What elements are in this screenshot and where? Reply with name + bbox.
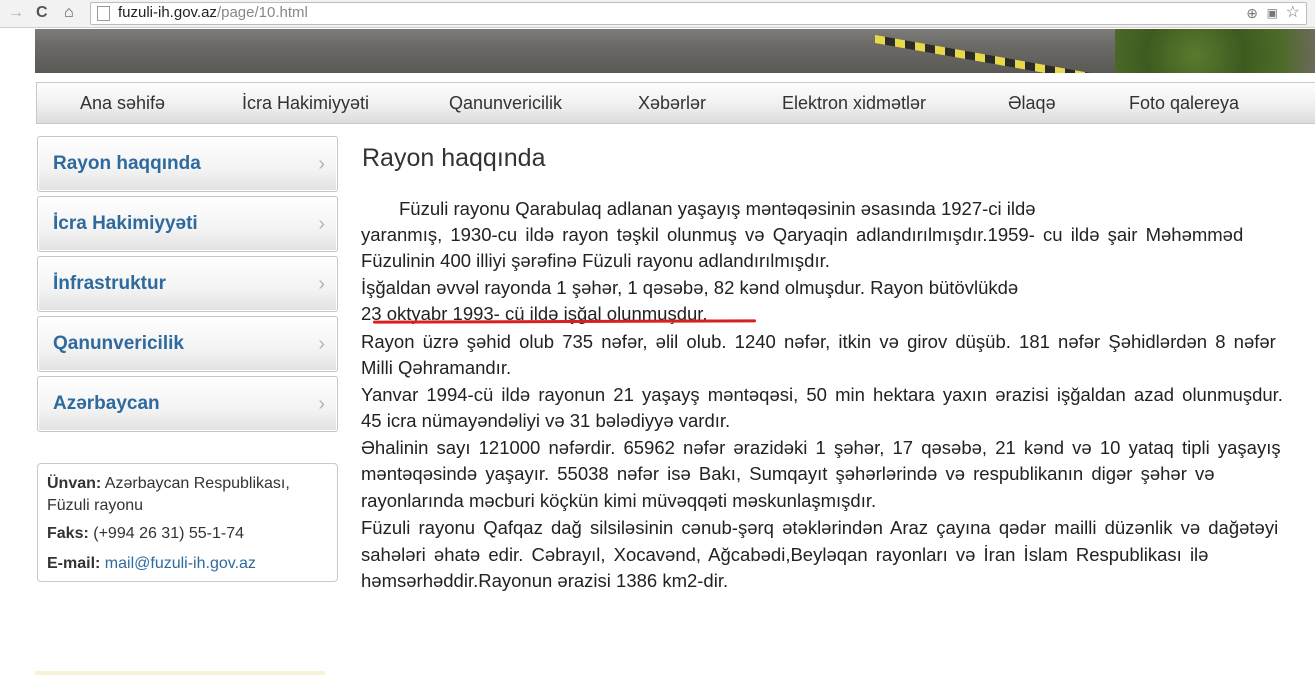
sidebar-item-infrastructure[interactable]: İnfrastruktur › xyxy=(37,256,338,312)
content-line: Füzulinin 400 illiyi şərəfinə Füzuli ray… xyxy=(361,250,830,271)
menu-item-e-services[interactable]: Elektron xidmətlər xyxy=(782,83,926,123)
fax-label: Faks: xyxy=(47,525,89,542)
contact-info-box: Ünvan: Azərbaycan Respublikası, Füzuli r… xyxy=(37,463,338,582)
zoom-icon[interactable]: ⊕ xyxy=(1246,3,1258,23)
menu-item-executive[interactable]: İcra Hakimiyyəti xyxy=(242,83,369,123)
sidebar-item-label: İnfrastruktur xyxy=(53,273,166,294)
content-line: Rayon üzrə şəhid olub 735 nəfər, əlil ol… xyxy=(361,331,1276,352)
address-line: Ünvan: Azərbaycan Respublikası, xyxy=(47,474,290,494)
header-banner-image xyxy=(35,29,1315,73)
sidebar-item-label: Rayon haqqında xyxy=(53,153,201,174)
email-link[interactable]: mail@fuzuli-ih.gov.az xyxy=(105,555,256,572)
menu-item-contact[interactable]: Əlaqə xyxy=(1008,83,1056,123)
footer-edge xyxy=(35,671,325,675)
content-line: Yanvar 1994-cü ildə rayonun 21 yaşayş mə… xyxy=(361,384,1283,405)
sidebar-item-about-district[interactable]: Rayon haqqında › xyxy=(37,136,338,192)
content-line: yaranmış, 1930-cu ildə rayon təşkil olun… xyxy=(361,224,1244,245)
content-line: məntəqəsində yaşayır. 55038 nəfər isə Ba… xyxy=(361,463,1215,484)
content-line: İşğaldan əvvəl rayonda 1 şəhər, 1 qəsəbə… xyxy=(361,277,1019,298)
address-value-2: Füzuli rayonu xyxy=(47,497,144,514)
address-value-1: Azərbaycan Respublikası, xyxy=(104,475,290,492)
browser-toolbar: → C ⌂ fuzuli-ih.gov.az/page/10.html ⊕ ▣ … xyxy=(0,0,1315,28)
content-line: Füzuli rayonu Qarabulaq adlanan yaşayış … xyxy=(399,198,1036,219)
address-label: Ünvan: xyxy=(47,475,102,492)
sidebar-item-legislation[interactable]: Qanunvericilik › xyxy=(37,316,338,372)
content-line: rayonlarında məcburi köçkün kimi müvəqqə… xyxy=(361,490,877,511)
fax-value: (+994 26 31) 55-1-74 xyxy=(93,525,245,542)
sidebar-item-label: Qanunvericilik xyxy=(53,333,184,354)
chevron-right-icon: › xyxy=(318,273,325,295)
chevron-right-icon: › xyxy=(318,393,325,415)
menu-item-news[interactable]: Xəbərlər xyxy=(638,83,706,123)
menu-item-legislation[interactable]: Qanunvericilik xyxy=(449,83,562,123)
chevron-right-icon: › xyxy=(318,213,325,235)
content-line: Əhalinin sayı 121000 nəfərdir. 65962 nəf… xyxy=(361,437,1281,458)
sidebar-item-azerbaijan[interactable]: Azərbaycan › xyxy=(37,376,338,432)
reload-icon[interactable]: C xyxy=(36,3,48,23)
content-line: həmsərhəddir.Rayonun ərazisi 1386 km2-di… xyxy=(361,570,729,591)
top-navigation: Ana səhifə İcra Hakimiyyəti Qanunvericil… xyxy=(36,82,1315,124)
address-bar[interactable]: fuzuli-ih.gov.az/page/10.html ⊕ ▣ ☆ xyxy=(90,2,1307,25)
sidebar-item-label: İcra Hakimiyyəti xyxy=(53,213,198,234)
content-line: sahələri əhatə edir. Cəbrayıl, Xocavənd,… xyxy=(361,544,1209,565)
menu-item-home[interactable]: Ana səhifə xyxy=(80,83,165,123)
content-line: Füzuli rayonu Qafqaz dağ silsiləsinin cə… xyxy=(361,517,1279,538)
chevron-right-icon: › xyxy=(318,153,325,175)
sidebar-item-executive[interactable]: İcra Hakimiyyəti › xyxy=(37,196,338,252)
content-line: 45 icra nümayəndəliyi və 31 bələdiyyə va… xyxy=(361,410,731,431)
page-title: Rayon haqqında xyxy=(362,144,546,172)
translate-icon[interactable]: ▣ xyxy=(1267,3,1278,23)
content-line: Milli Qəhramandır. xyxy=(361,357,512,378)
url-path: /page/10.html xyxy=(216,4,308,21)
home-icon[interactable]: ⌂ xyxy=(64,3,74,23)
chevron-right-icon: › xyxy=(318,333,325,355)
menu-item-photo-gallery[interactable]: Foto qalereya xyxy=(1129,83,1239,123)
url-text[interactable]: fuzuli-ih.gov.az/page/10.html xyxy=(118,4,308,22)
page-icon xyxy=(97,6,110,21)
url-host: fuzuli-ih.gov.az xyxy=(118,4,217,21)
back-arrow-icon[interactable]: → xyxy=(8,3,24,23)
sidebar-item-label: Azərbaycan xyxy=(53,393,160,414)
email-line: E-mail: mail@fuzuli-ih.gov.az xyxy=(47,554,256,574)
bookmark-star-icon[interactable]: ☆ xyxy=(1286,3,1300,23)
fax-line: Faks: (+994 26 31) 55-1-74 xyxy=(47,524,244,544)
email-label: E-mail: xyxy=(47,555,101,572)
